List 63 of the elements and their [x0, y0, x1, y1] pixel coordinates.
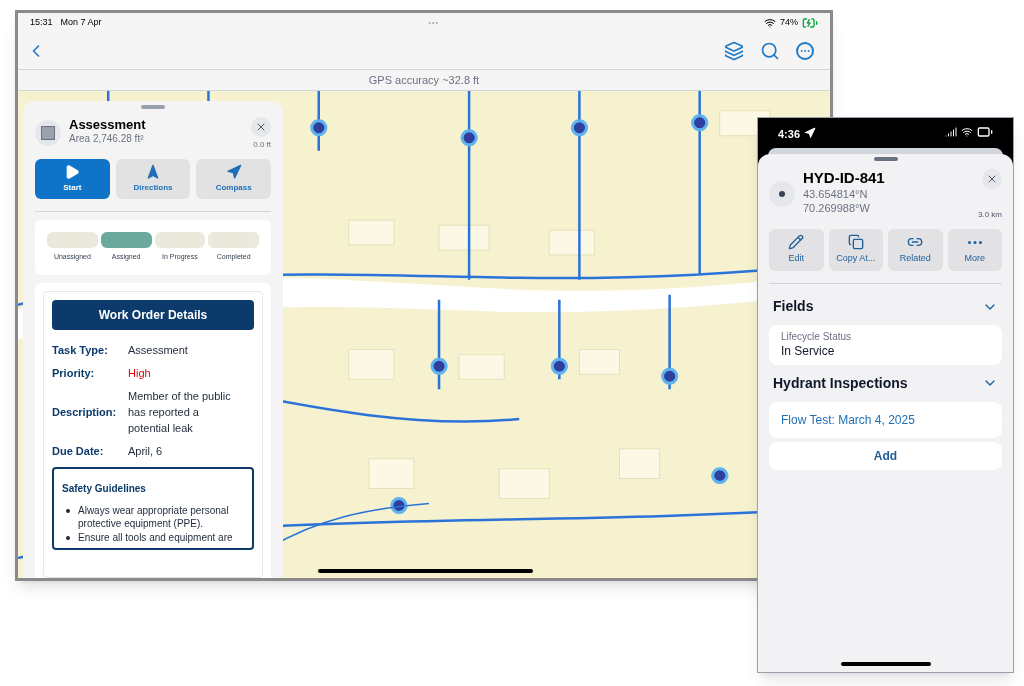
- close-button[interactable]: [251, 117, 271, 137]
- inspection-item[interactable]: Flow Test: March 4, 2025: [769, 401, 1002, 438]
- detail-label: Priority:: [52, 365, 96, 381]
- guideline-text: Always wear appropriate personal protective equipment (PPE).: [78, 503, 230, 530]
- wifi-icon: [764, 17, 776, 29]
- longitude-text: 70.269988°W: [803, 201, 871, 216]
- distance-label: 3.0 km: [978, 209, 1002, 221]
- pencil-icon: [788, 234, 805, 251]
- detail-label: Description:: [52, 404, 118, 420]
- action-button[interactable]: Copy At...: [828, 229, 883, 271]
- detail-label: Due Date:: [52, 443, 105, 459]
- status-step[interactable]: [100, 232, 152, 248]
- detail-value: Assessment: [128, 342, 189, 358]
- action-button[interactable]: Directions: [115, 159, 191, 199]
- close-button[interactable]: [982, 169, 1002, 189]
- gps-accuracy-bar: GPS accuracy ~32.8 ft: [18, 69, 830, 91]
- work-order-header: Work Order Details: [52, 299, 254, 330]
- drag-handle[interactable]: [873, 157, 898, 161]
- compass-needle-icon: [225, 164, 242, 180]
- search-button[interactable]: [760, 41, 780, 61]
- bullet-icon: [66, 508, 70, 513]
- layers-button[interactable]: [724, 41, 744, 61]
- point-icon: [769, 181, 795, 207]
- close-icon: [986, 173, 998, 185]
- status-time: 4:36: [778, 127, 801, 142]
- detail-value: High: [128, 365, 152, 381]
- wifi-icon: [961, 126, 973, 138]
- detail-value: Member of the public has reported a potential leak: [128, 388, 232, 436]
- drag-handle[interactable]: [141, 105, 165, 109]
- detail-value: April, 6: [128, 443, 164, 459]
- more-button[interactable]: [796, 42, 814, 60]
- play-icon: [64, 164, 81, 180]
- directions-icon: [145, 164, 161, 180]
- battery-icon: [977, 124, 993, 140]
- latitude-text: 43.654814°N: [803, 187, 869, 202]
- bullet-icon: [66, 535, 70, 540]
- detail-label: Task Type:: [52, 342, 109, 358]
- feature-icon: [35, 120, 61, 146]
- more-icon: [967, 240, 982, 244]
- status-date: Mon 7 Apr: [60, 16, 102, 30]
- status-time: 15:31: [30, 16, 53, 30]
- action-button[interactable]: More: [947, 229, 1002, 271]
- section-header[interactable]: Hydrant Inspections: [769, 372, 1002, 394]
- guideline-text: Ensure all tools and equipment are: [78, 530, 233, 544]
- feature-title: HYD-ID-841: [803, 169, 886, 188]
- action-button[interactable]: Compass: [196, 159, 271, 199]
- action-button[interactable]: Edit: [769, 229, 824, 271]
- distance-label: 0.0 ft: [253, 139, 271, 151]
- close-icon: [255, 121, 267, 133]
- field-label: Lifecycle Status: [781, 331, 853, 344]
- battery-percent: 74%: [780, 16, 798, 30]
- feature-title: Assessment: [69, 117, 147, 134]
- action-button[interactable]: Related: [888, 229, 943, 271]
- field-value: In Service: [781, 343, 836, 359]
- copy-icon: [847, 234, 864, 251]
- battery-icon: [802, 15, 818, 31]
- feature-area: Area 2,746.28 ft²: [69, 133, 243, 146]
- section-header[interactable]: Fields: [769, 296, 1002, 317]
- action-button[interactable]: Start: [35, 159, 110, 199]
- safety-title: Safety Guidelines: [62, 481, 147, 496]
- add-button[interactable]: Add: [769, 441, 1002, 470]
- location-arrow-icon: [804, 127, 817, 139]
- signal-icon: [945, 126, 957, 138]
